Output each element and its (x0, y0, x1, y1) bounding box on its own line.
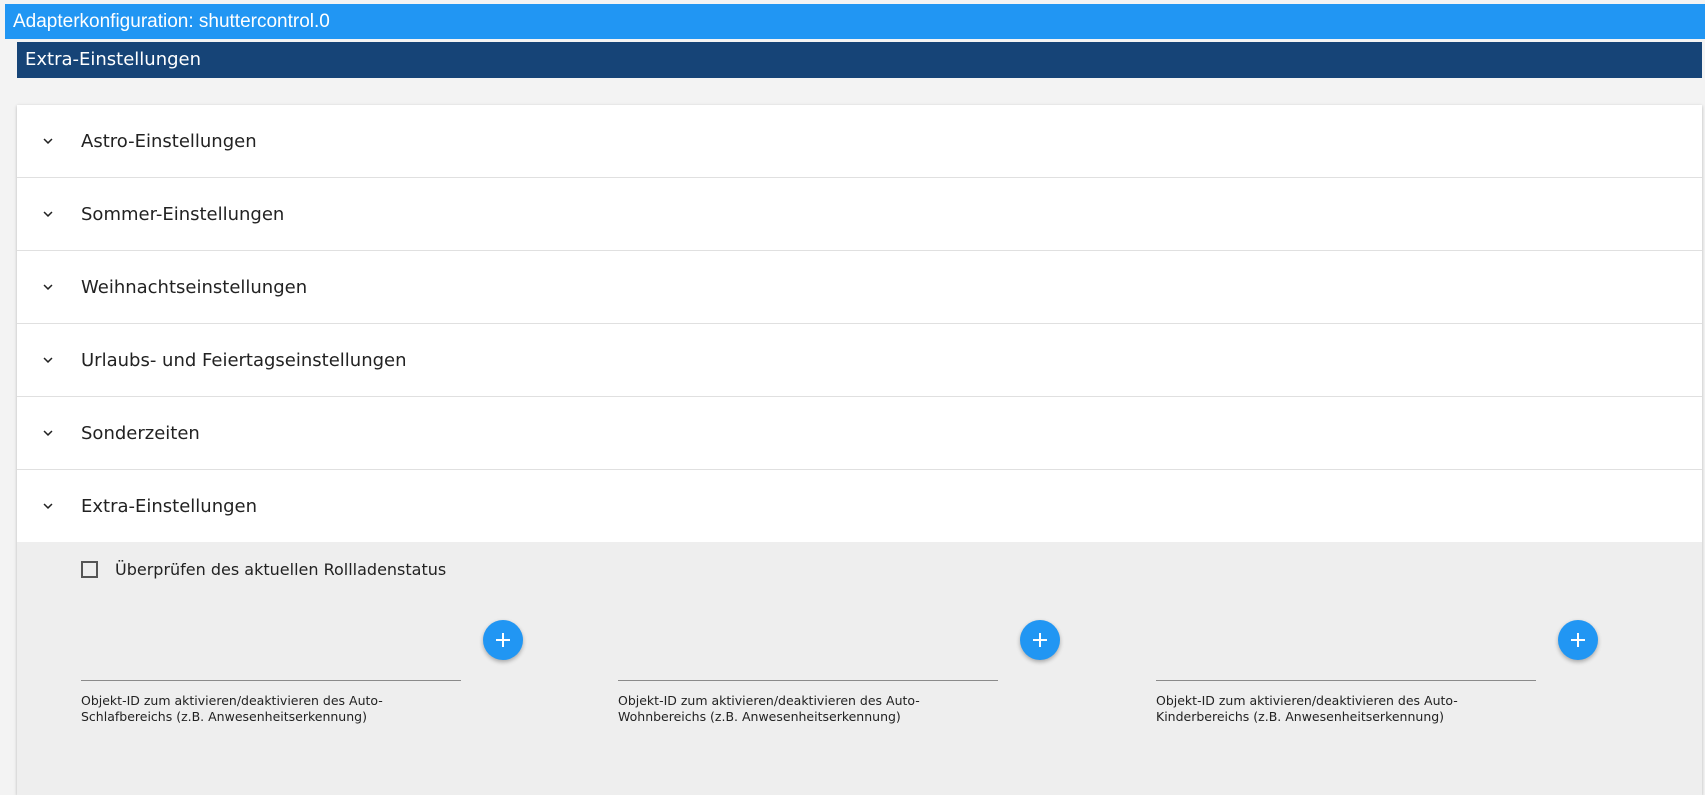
accordion-label: Weihnachtseinstellungen (81, 276, 308, 298)
object-id-help: Objekt-ID zum aktivieren/deaktivieren de… (81, 693, 383, 724)
section-title: Extra-Einstellungen (17, 42, 1702, 78)
checkbox-label: Überprüfen des aktuellen Rollladenstatus (115, 560, 447, 579)
window-title: Adapterkonfiguration: shuttercontrol.0 (5, 4, 1705, 39)
object-id-input[interactable] (81, 680, 461, 681)
accordion-summer-settings[interactable]: Sommer-Einstellungen (17, 178, 1702, 251)
accordion-label: Sonderzeiten (81, 422, 200, 444)
accordion-label: Sommer-Einstellungen (81, 203, 285, 225)
chevron-down-icon (43, 357, 53, 363)
sleep-area-object-field: Objekt-ID zum aktivieren/deaktivieren de… (81, 620, 523, 740)
chevron-down-icon (43, 284, 53, 290)
chevron-down-icon (43, 430, 53, 436)
object-id-input[interactable] (618, 680, 998, 681)
object-id-help: Objekt-ID zum aktivieren/deaktivieren de… (618, 693, 920, 724)
accordion-astro-settings[interactable]: Astro-Einstellungen (17, 105, 1702, 178)
accordion-special-times[interactable]: Sonderzeiten (17, 397, 1702, 470)
shutter-status-check-row[interactable]: Überprüfen des aktuellen Rollladenstatus (81, 560, 446, 579)
add-object-button[interactable] (1020, 620, 1060, 660)
shutter-status-checkbox[interactable] (81, 561, 98, 578)
extra-settings-body: Überprüfen des aktuellen Rollladenstatus… (17, 542, 1702, 795)
accordion-label: Astro-Einstellungen (81, 130, 257, 152)
object-id-help: Objekt-ID zum aktivieren/deaktivieren de… (1156, 693, 1458, 724)
accordion-holiday-settings[interactable]: Urlaubs- und Feiertagseinstellungen (17, 324, 1702, 397)
chevron-down-icon (43, 138, 53, 144)
add-object-button[interactable] (483, 620, 523, 660)
plus-icon (496, 633, 510, 647)
accordion-extra-settings[interactable]: Extra-Einstellungen (17, 470, 1702, 543)
chevron-down-icon (43, 211, 53, 217)
add-object-button[interactable] (1558, 620, 1598, 660)
object-id-input[interactable] (1156, 680, 1536, 681)
chevron-down-icon (43, 503, 53, 509)
settings-panel: Astro-Einstellungen Sommer-Einstellungen… (17, 105, 1702, 795)
plus-icon (1033, 633, 1047, 647)
children-area-object-field: Objekt-ID zum aktivieren/deaktivieren de… (1156, 620, 1598, 740)
accordion-label: Extra-Einstellungen (81, 495, 258, 517)
living-area-object-field: Objekt-ID zum aktivieren/deaktivieren de… (618, 620, 1060, 740)
accordion-christmas-settings[interactable]: Weihnachtseinstellungen (17, 251, 1702, 324)
plus-icon (1571, 633, 1585, 647)
accordion-label: Urlaubs- und Feiertagseinstellungen (81, 349, 407, 371)
